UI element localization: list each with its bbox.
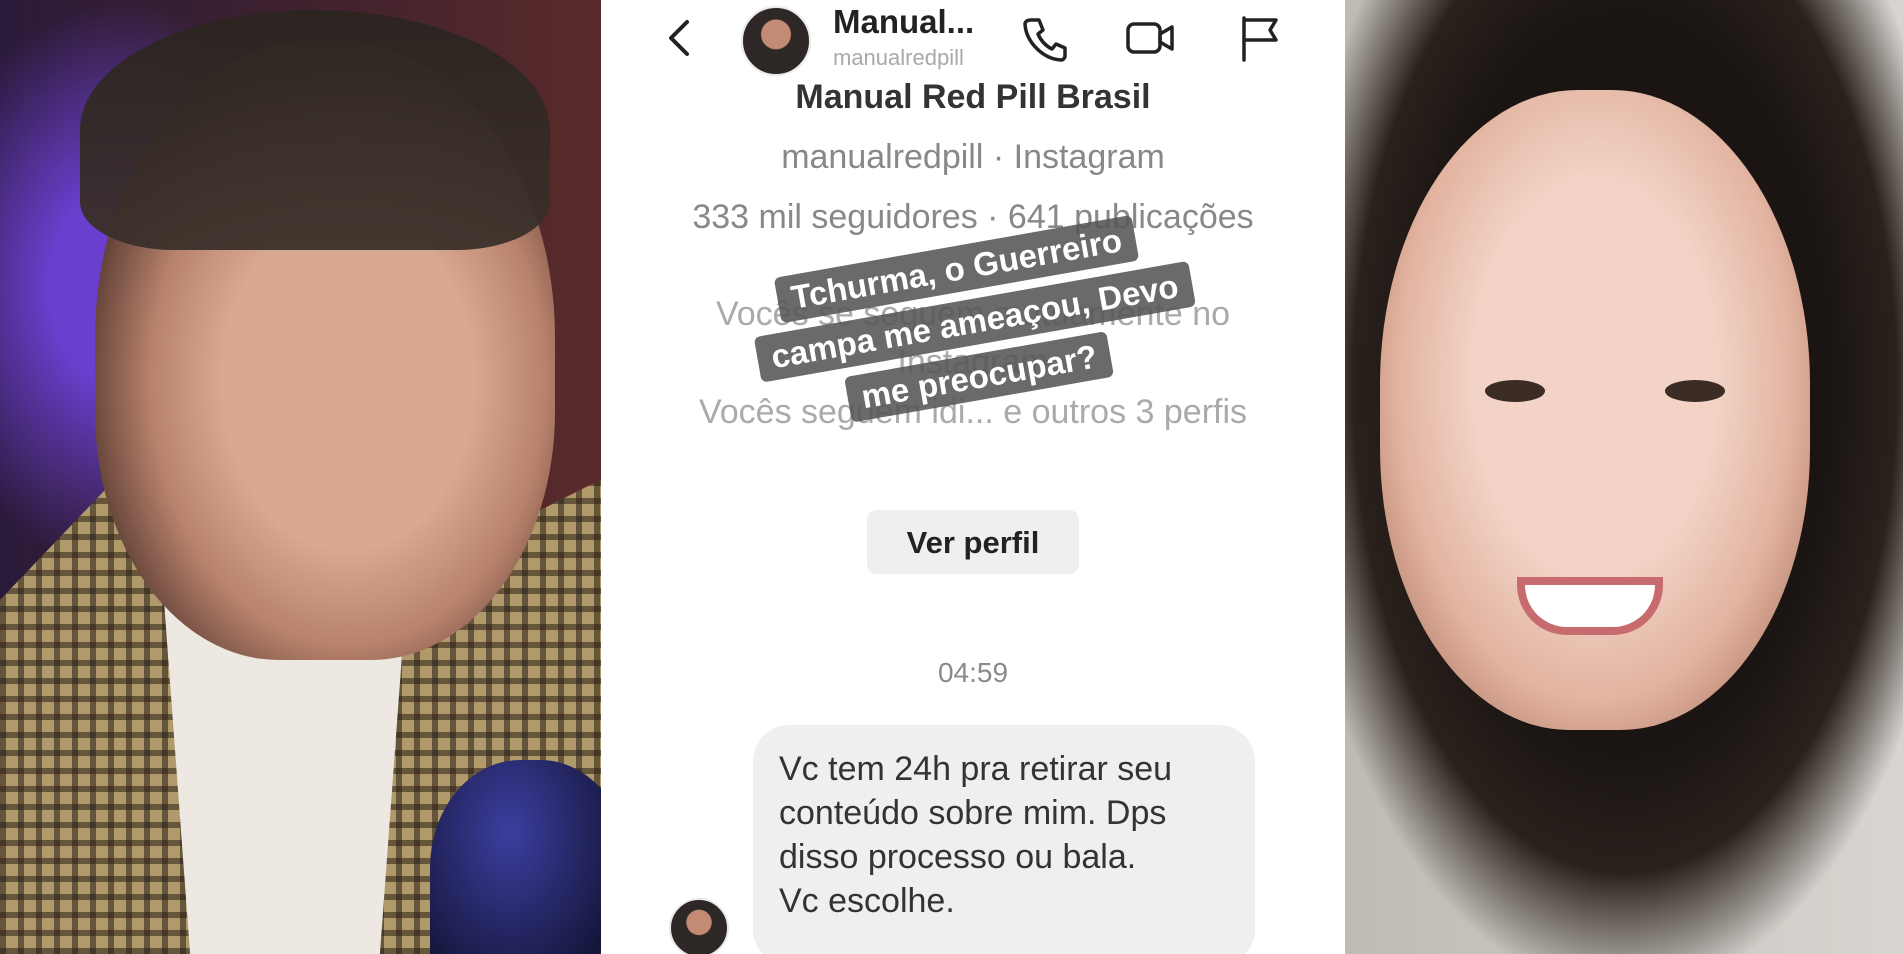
flag-icon[interactable] [1232,10,1288,66]
video-camera-icon[interactable] [1122,10,1178,66]
story-text-overlay: Tchurma, o Guerreiro campa me ameaçou, D… [734,209,1207,512]
sender-avatar[interactable] [669,898,729,954]
left-eye [1485,380,1545,402]
avatar[interactable] [741,6,811,76]
profile-name: Manual Red Pill Brasil [795,78,1151,116]
woman-face [1380,90,1810,730]
view-profile-button[interactable]: Ver perfil [867,510,1079,574]
message-bubble[interactable]: Vc tem 24h pra retirar seu conteúdo sobr… [753,725,1255,954]
dm-header: Manual... manualredpill [601,0,1345,80]
message-timestamp: 04:59 [937,657,1009,688]
profile-handle: manualredpill · Instagram [781,138,1165,176]
right-photo-woman [1345,0,1903,954]
instagram-dm-screenshot: Manual... manualredpill Manual Red Pill … [601,0,1345,954]
profile-stats: 333 mil seguidores · 641 publicações [692,198,1254,236]
left-photo-man [0,0,601,954]
back-arrow-icon[interactable] [661,18,701,58]
header-username: manualredpill [833,45,964,70]
header-name[interactable]: Manual... [833,3,974,41]
man-hair [80,10,550,250]
right-eye [1665,380,1725,402]
phone-icon[interactable] [1017,10,1073,66]
